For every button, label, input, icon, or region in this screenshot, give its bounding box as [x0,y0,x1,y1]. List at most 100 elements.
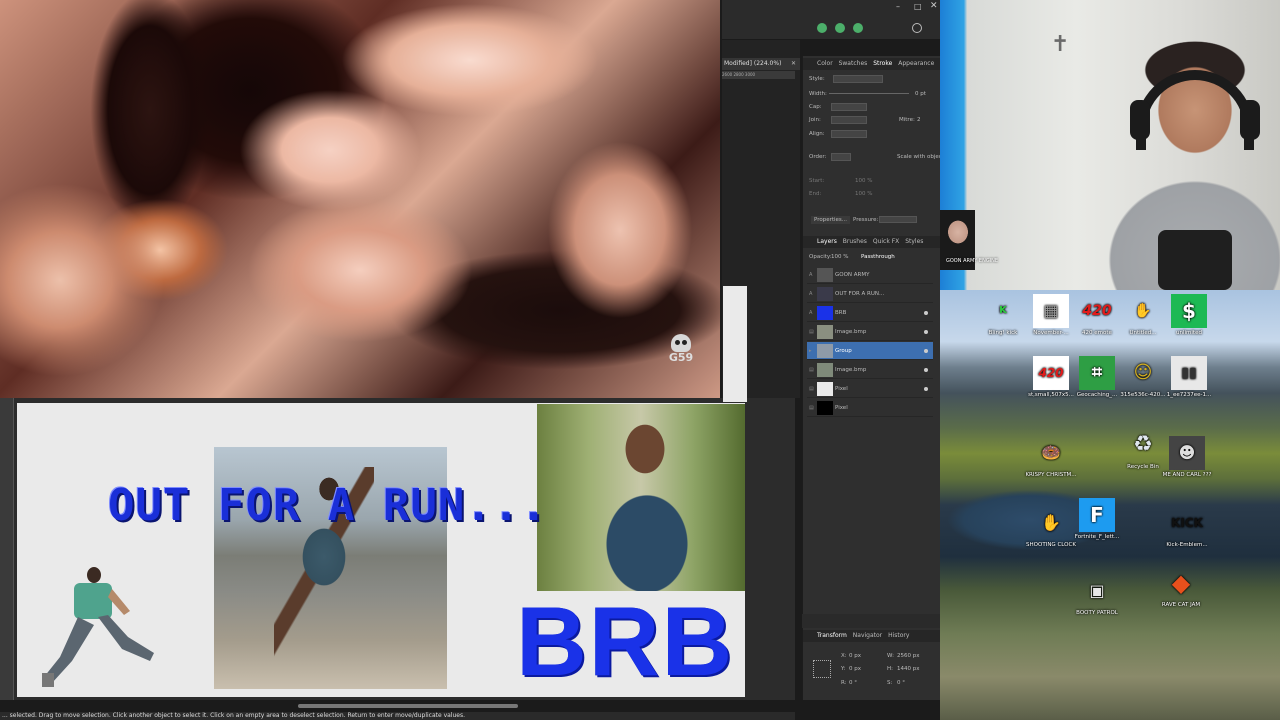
status-bar: ... selected. Drag to move selection. Cl… [0,712,795,720]
layer-actions-bar[interactable] [802,614,940,628]
start-percent[interactable]: 100 % [855,178,872,184]
layer-name: OUT FOR A RUN... [835,291,885,297]
lock-icon[interactable]: ▤ [809,361,814,379]
desktop-icon-label: RAVE CAT JAM [1161,602,1201,608]
tab-navigator[interactable]: Navigator [853,632,882,639]
anchor-grid-icon[interactable] [813,660,831,678]
order-buttons[interactable] [831,153,851,161]
width-value[interactable]: 0 pt [915,91,926,97]
y-label: Y: [841,666,846,672]
document-tab[interactable]: Modified] (224.0%) ✕ [722,58,800,70]
old-man-running-image[interactable] [537,404,745,591]
rave-cat-icon: ◆ [1171,569,1191,597]
opacity-value[interactable]: 100 % [831,254,848,260]
headset-ear-right [1240,100,1260,140]
visibility-icon[interactable] [924,368,928,372]
document-tab-title: Modified] (224.0%) [724,60,782,67]
tab-appearance[interactable]: Appearance [898,60,934,67]
close-tab-icon[interactable]: ✕ [791,58,796,70]
lock-icon[interactable]: A [809,304,812,322]
layer-row[interactable]: A OUT FOR A RUN... [807,285,933,303]
tab-layers[interactable]: Layers [817,238,837,245]
desktop-wallpaper[interactable]: K Bling! kick ▦ November-... 420 420 emote … [940,290,1280,720]
maximize-icon[interactable]: □ [914,2,922,11]
align-buttons[interactable] [831,130,867,138]
tab-styles[interactable]: Styles [905,238,923,245]
headline-text[interactable]: OUT FOR A RUN... [108,480,548,531]
tab-swatches[interactable]: Swatches [839,60,868,67]
tab-stroke[interactable]: Stroke [873,60,892,67]
desktop-icon-label: st,small,507x5... [1028,392,1074,398]
persona-icon[interactable] [817,23,827,33]
desktop-icon[interactable]: F Fortnite_F_lett... [1068,498,1126,540]
close-icon[interactable]: ✕ [930,1,938,11]
join-buttons[interactable] [831,116,867,124]
end-percent[interactable]: 100 % [855,191,872,197]
minimize-icon[interactable]: – [896,2,900,11]
tab-color[interactable]: Color [817,60,833,67]
lock-icon[interactable]: ▤ [809,399,814,417]
mitre-value[interactable]: 2 [917,117,921,123]
stroke-style-buttons[interactable] [833,75,883,83]
x-value[interactable]: 0 px [849,653,861,659]
w-value[interactable]: 2560 px [897,653,920,659]
layer-thumbnail [817,287,833,301]
visibility-icon[interactable] [924,349,928,353]
lock-icon[interactable]: ▤ [809,323,814,341]
desktop-icon-label: Recycle Bin [1127,464,1159,470]
persona-icon[interactable] [853,23,863,33]
desktop-icon[interactable]: 🍩 KRISPY CHRISTM... [1022,436,1080,479]
desktop-icon[interactable]: ▣ BOOTY PATROL [1068,574,1126,617]
blend-mode-select[interactable]: Passthrough [861,254,895,260]
layer-row[interactable]: ▤ Image.bmp [807,323,933,341]
pressure-graph[interactable] [879,216,917,223]
order-label: Order: [809,154,827,160]
cap-buttons[interactable] [831,103,867,111]
layer-row[interactable]: A BRB [807,304,933,322]
h-value[interactable]: 1440 px [897,666,920,672]
desktop-icon-label: Kick-Emblem... [1166,542,1208,548]
s-value[interactable]: 0 ° [897,680,905,686]
visibility-icon[interactable] [924,387,928,391]
layer-row[interactable]: ▤ Pixel [807,380,933,398]
scale-with-object-label[interactable]: Scale with object [897,154,944,160]
s-label: S: [887,680,893,686]
image-icon: ▮▮ [1171,356,1207,390]
r-value[interactable]: 0 ° [849,680,857,686]
desktop-icon[interactable]: ◆ RAVE CAT JAM [1152,566,1210,608]
layer-thumbnail [817,401,833,415]
desktop-icon-label: unlimited [1176,330,1202,336]
brb-text[interactable]: BRB [516,592,734,690]
properties-button[interactable]: Properties... [811,216,851,224]
persona-icon[interactable] [835,23,845,33]
horizontal-scrollbar[interactable] [298,704,518,708]
tab-history[interactable]: History [888,632,909,639]
desktop-icon[interactable]: ▮▮ 1_ee7237ee-1... [1160,356,1218,398]
tab-brushes[interactable]: Brushes [843,238,867,245]
tab-transform[interactable]: Transform [817,632,847,639]
desktop-icon[interactable]: $ unlimited [1160,294,1218,336]
studio-panel: Color Swatches Stroke Appearance Style: … [802,56,944,700]
expand-icon[interactable]: ▸ [809,342,812,360]
lock-icon[interactable]: A [809,266,812,284]
visibility-icon[interactable] [924,330,928,334]
style-label: Style: [809,76,825,82]
small-runner-image[interactable] [38,565,158,690]
pressure-label: Pressure: [853,217,879,223]
lock-icon[interactable]: A [809,285,812,303]
layer-name: BRB [835,310,847,316]
account-icon[interactable] [912,23,922,33]
width-slider[interactable] [829,93,909,94]
donut-icon: 🍩 [1041,443,1061,462]
start-label: Start: [809,178,825,184]
desktop-icon[interactable]: KICK Kick-Emblem... [1158,506,1216,548]
lock-icon[interactable]: ▤ [809,380,814,398]
tab-quick-fx[interactable]: Quick FX [873,238,899,245]
visibility-icon[interactable] [924,311,928,315]
layer-row-selected[interactable]: ▸ Group [807,342,933,360]
layer-row[interactable]: A GOON ARMY [807,266,933,284]
layer-row[interactable]: ▤ Pixel [807,399,933,417]
layer-row[interactable]: ▤ Image.bmp [807,361,933,379]
desktop-icon[interactable]: ☻ ME AND CARL ??? [1158,436,1216,478]
y-value[interactable]: 0 px [849,666,861,672]
